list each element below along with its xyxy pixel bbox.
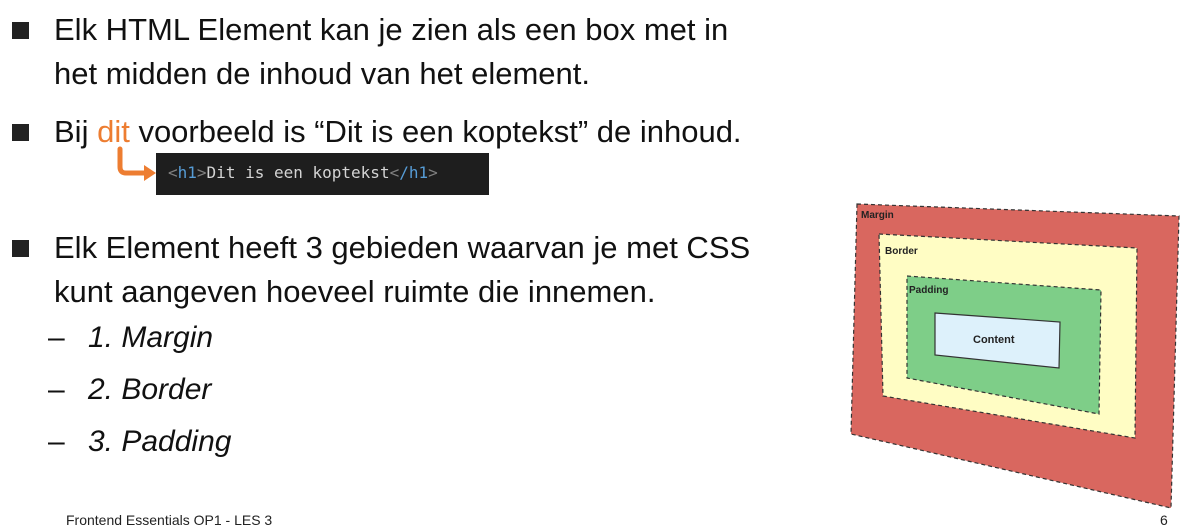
bullet-square-icon — [12, 22, 29, 39]
box-model-diagram: Margin Border Padding Content — [850, 203, 1180, 509]
padding-label: Padding — [909, 285, 948, 296]
code-text: Dit is een koptekst — [206, 163, 390, 182]
arrow-icon — [117, 146, 156, 181]
sub-item-padding: –3. Padding — [48, 425, 232, 458]
bullet-2-text-before: Bij — [54, 114, 98, 149]
bullet-3-line-2: kunt aangeven hoeveel ruimte die innemen… — [54, 274, 656, 309]
sub-item-border-label: 2. Border — [88, 373, 212, 406]
code-close-tag: /h1 — [399, 163, 429, 182]
page-number: 6 — [1160, 512, 1168, 528]
bullet-1-line-1: Elk HTML Element kan je zien als een box… — [54, 12, 729, 47]
code-example: <h1>Dit is een koptekst</h1> — [156, 153, 489, 195]
sub-item-padding-label: 3. Padding — [88, 425, 232, 458]
bullet-square-icon — [12, 124, 29, 141]
footer-course: Frontend Essentials OP1 - LES 3 — [66, 512, 273, 528]
code-open-tag: h1 — [177, 163, 197, 182]
sub-item-margin: –1. Margin — [48, 321, 214, 354]
bullet-2-text-after: voorbeeld is “Dit is een koptekst” de in… — [129, 114, 742, 149]
border-label: Border — [885, 246, 918, 257]
sub-item-margin-label: 1. Margin — [88, 321, 214, 354]
bullet-2-highlight: dit — [97, 114, 130, 149]
bullet-square-icon — [12, 240, 29, 257]
bullet-1-line-2: het midden de inhoud van het element. — [54, 56, 590, 91]
margin-label: Margin — [861, 210, 894, 221]
sub-item-border: –2. Border — [48, 373, 212, 406]
bullet-3-line-1: Elk Element heeft 3 gebieden waarvan je … — [54, 230, 751, 265]
content-label: Content — [973, 334, 1015, 346]
